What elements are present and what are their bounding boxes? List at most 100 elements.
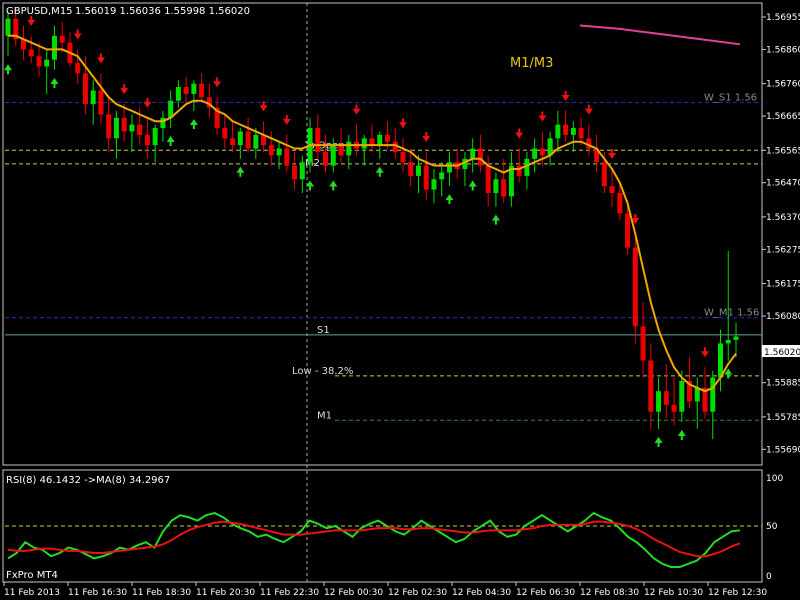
buy-arrow bbox=[236, 166, 245, 177]
price-chart[interactable]: W_S1 1.56Ts OpenM2W_M1 1.56S1Low - 38.2%… bbox=[0, 0, 800, 600]
candle-body bbox=[648, 360, 654, 412]
candle-body bbox=[346, 141, 352, 156]
candle-body bbox=[230, 138, 236, 146]
price-tick-label: 1.56175 bbox=[766, 280, 800, 290]
rsi-tick-label: 100 bbox=[766, 474, 783, 484]
buy-arrow bbox=[166, 136, 175, 147]
candle-body bbox=[191, 83, 197, 94]
ma-layer bbox=[8, 34, 737, 393]
candle-body bbox=[113, 117, 119, 139]
candle-body bbox=[152, 128, 158, 146]
level-label: S1 bbox=[317, 325, 330, 336]
candle-body bbox=[59, 35, 65, 43]
sell-arrow bbox=[352, 104, 361, 115]
candle-body bbox=[330, 145, 336, 166]
candle-body bbox=[315, 128, 321, 152]
time-tick-label: 12 Feb 06:30 bbox=[516, 588, 575, 598]
rsi-line bbox=[7, 511, 741, 569]
candle-body bbox=[384, 134, 390, 142]
buy-arrow bbox=[306, 180, 315, 191]
candle-body bbox=[51, 35, 57, 60]
level-label: W_M1 1.56 bbox=[704, 308, 759, 319]
candle-body bbox=[121, 117, 127, 132]
rsi-layer: 100 50 0 bbox=[5, 474, 783, 582]
candle-body bbox=[82, 73, 88, 105]
price-tick-label: 1.56565 bbox=[766, 146, 800, 156]
candle-body bbox=[532, 148, 538, 159]
last-price-label: 1.56020 bbox=[764, 348, 800, 358]
time-tick-label: 11 Feb 22:30 bbox=[260, 588, 319, 598]
level-label: W_S1 1.56 bbox=[704, 92, 757, 103]
candle-body bbox=[377, 134, 383, 146]
price-tick-label: 1.56955 bbox=[766, 13, 800, 23]
price-axis: 1.56955 1.56860 1.56760 1.56665 1.56565 1.564… bbox=[762, 13, 800, 455]
candle-body bbox=[183, 87, 189, 94]
price-tick-label: 1.56080 bbox=[766, 312, 800, 322]
candle-body bbox=[369, 138, 375, 146]
buy-arrow bbox=[654, 436, 663, 447]
candle-body bbox=[570, 128, 576, 135]
candle-body bbox=[539, 148, 545, 156]
time-tick-label: 11 Feb 20:30 bbox=[196, 588, 255, 598]
candle-body bbox=[663, 391, 669, 405]
candle-body bbox=[299, 162, 305, 180]
candle-body bbox=[477, 148, 483, 166]
time-tick-label: 11 Feb 18:30 bbox=[132, 588, 191, 598]
candle-body bbox=[129, 124, 135, 132]
price-tick-label: 1.55785 bbox=[766, 413, 800, 423]
candle-body bbox=[578, 128, 584, 139]
candle-body bbox=[245, 131, 251, 149]
candle-body bbox=[446, 162, 452, 173]
sell-arrow bbox=[561, 90, 570, 101]
signal-arrows-layer bbox=[4, 15, 733, 447]
time-axis: 11 Feb 2013 11 Feb 16:30 11 Feb 18:30 11 Fe… bbox=[3, 582, 767, 598]
candle-body bbox=[400, 151, 406, 163]
price-tick-label: 1.56370 bbox=[766, 213, 800, 223]
candle-body bbox=[284, 148, 290, 166]
candles-layer bbox=[5, 8, 739, 440]
candle-body bbox=[160, 117, 166, 129]
candle-body bbox=[361, 138, 367, 149]
time-tick-label: 11 Feb 16:30 bbox=[68, 588, 127, 598]
candle-body bbox=[199, 83, 205, 98]
candle-body bbox=[694, 387, 700, 402]
candle-body bbox=[718, 343, 724, 378]
rsi-tick-label: 0 bbox=[766, 572, 772, 582]
rsi-panel-frame bbox=[2, 469, 763, 583]
sell-arrow bbox=[282, 114, 291, 125]
sell-arrow bbox=[143, 97, 152, 108]
candle-body bbox=[516, 165, 522, 176]
price-tick-label: 1.56275 bbox=[766, 245, 800, 255]
candle-body bbox=[106, 114, 112, 139]
time-tick-label: 12 Feb 00:30 bbox=[324, 588, 383, 598]
buy-arrow bbox=[445, 194, 454, 205]
upper-ma-layer bbox=[579, 24, 741, 46]
time-tick-label: 12 Feb 08:30 bbox=[580, 588, 639, 598]
broker-label: FxPro MT4 bbox=[6, 570, 58, 581]
candle-body bbox=[237, 131, 243, 146]
candle-body bbox=[408, 162, 414, 176]
candle-body bbox=[423, 165, 429, 190]
candle-body bbox=[493, 179, 499, 193]
sell-arrow bbox=[584, 104, 593, 115]
upper-ma-line bbox=[579, 24, 741, 46]
candle-body bbox=[253, 134, 259, 149]
rsi-label: RSI(8) 46.1432 ->MA(8) 34.2967 bbox=[6, 475, 170, 486]
candle-body bbox=[276, 148, 282, 156]
candle-body bbox=[632, 247, 638, 327]
candle-body bbox=[323, 151, 329, 166]
rsi-tick-label: 50 bbox=[766, 522, 778, 532]
candle-body bbox=[601, 162, 607, 187]
candle-body bbox=[98, 90, 104, 115]
candle-body bbox=[679, 380, 685, 412]
price-tick-label: 1.56860 bbox=[766, 45, 800, 55]
buy-arrow bbox=[677, 429, 686, 440]
buy-arrow bbox=[375, 166, 384, 177]
candle-body bbox=[710, 377, 716, 412]
candle-body bbox=[175, 87, 181, 101]
sell-arrow bbox=[96, 53, 105, 64]
price-tick-label: 1.56665 bbox=[766, 112, 800, 122]
ma-line bbox=[8, 34, 737, 393]
center-annotation: M1/M3 bbox=[510, 56, 553, 71]
candle-body bbox=[439, 172, 445, 180]
